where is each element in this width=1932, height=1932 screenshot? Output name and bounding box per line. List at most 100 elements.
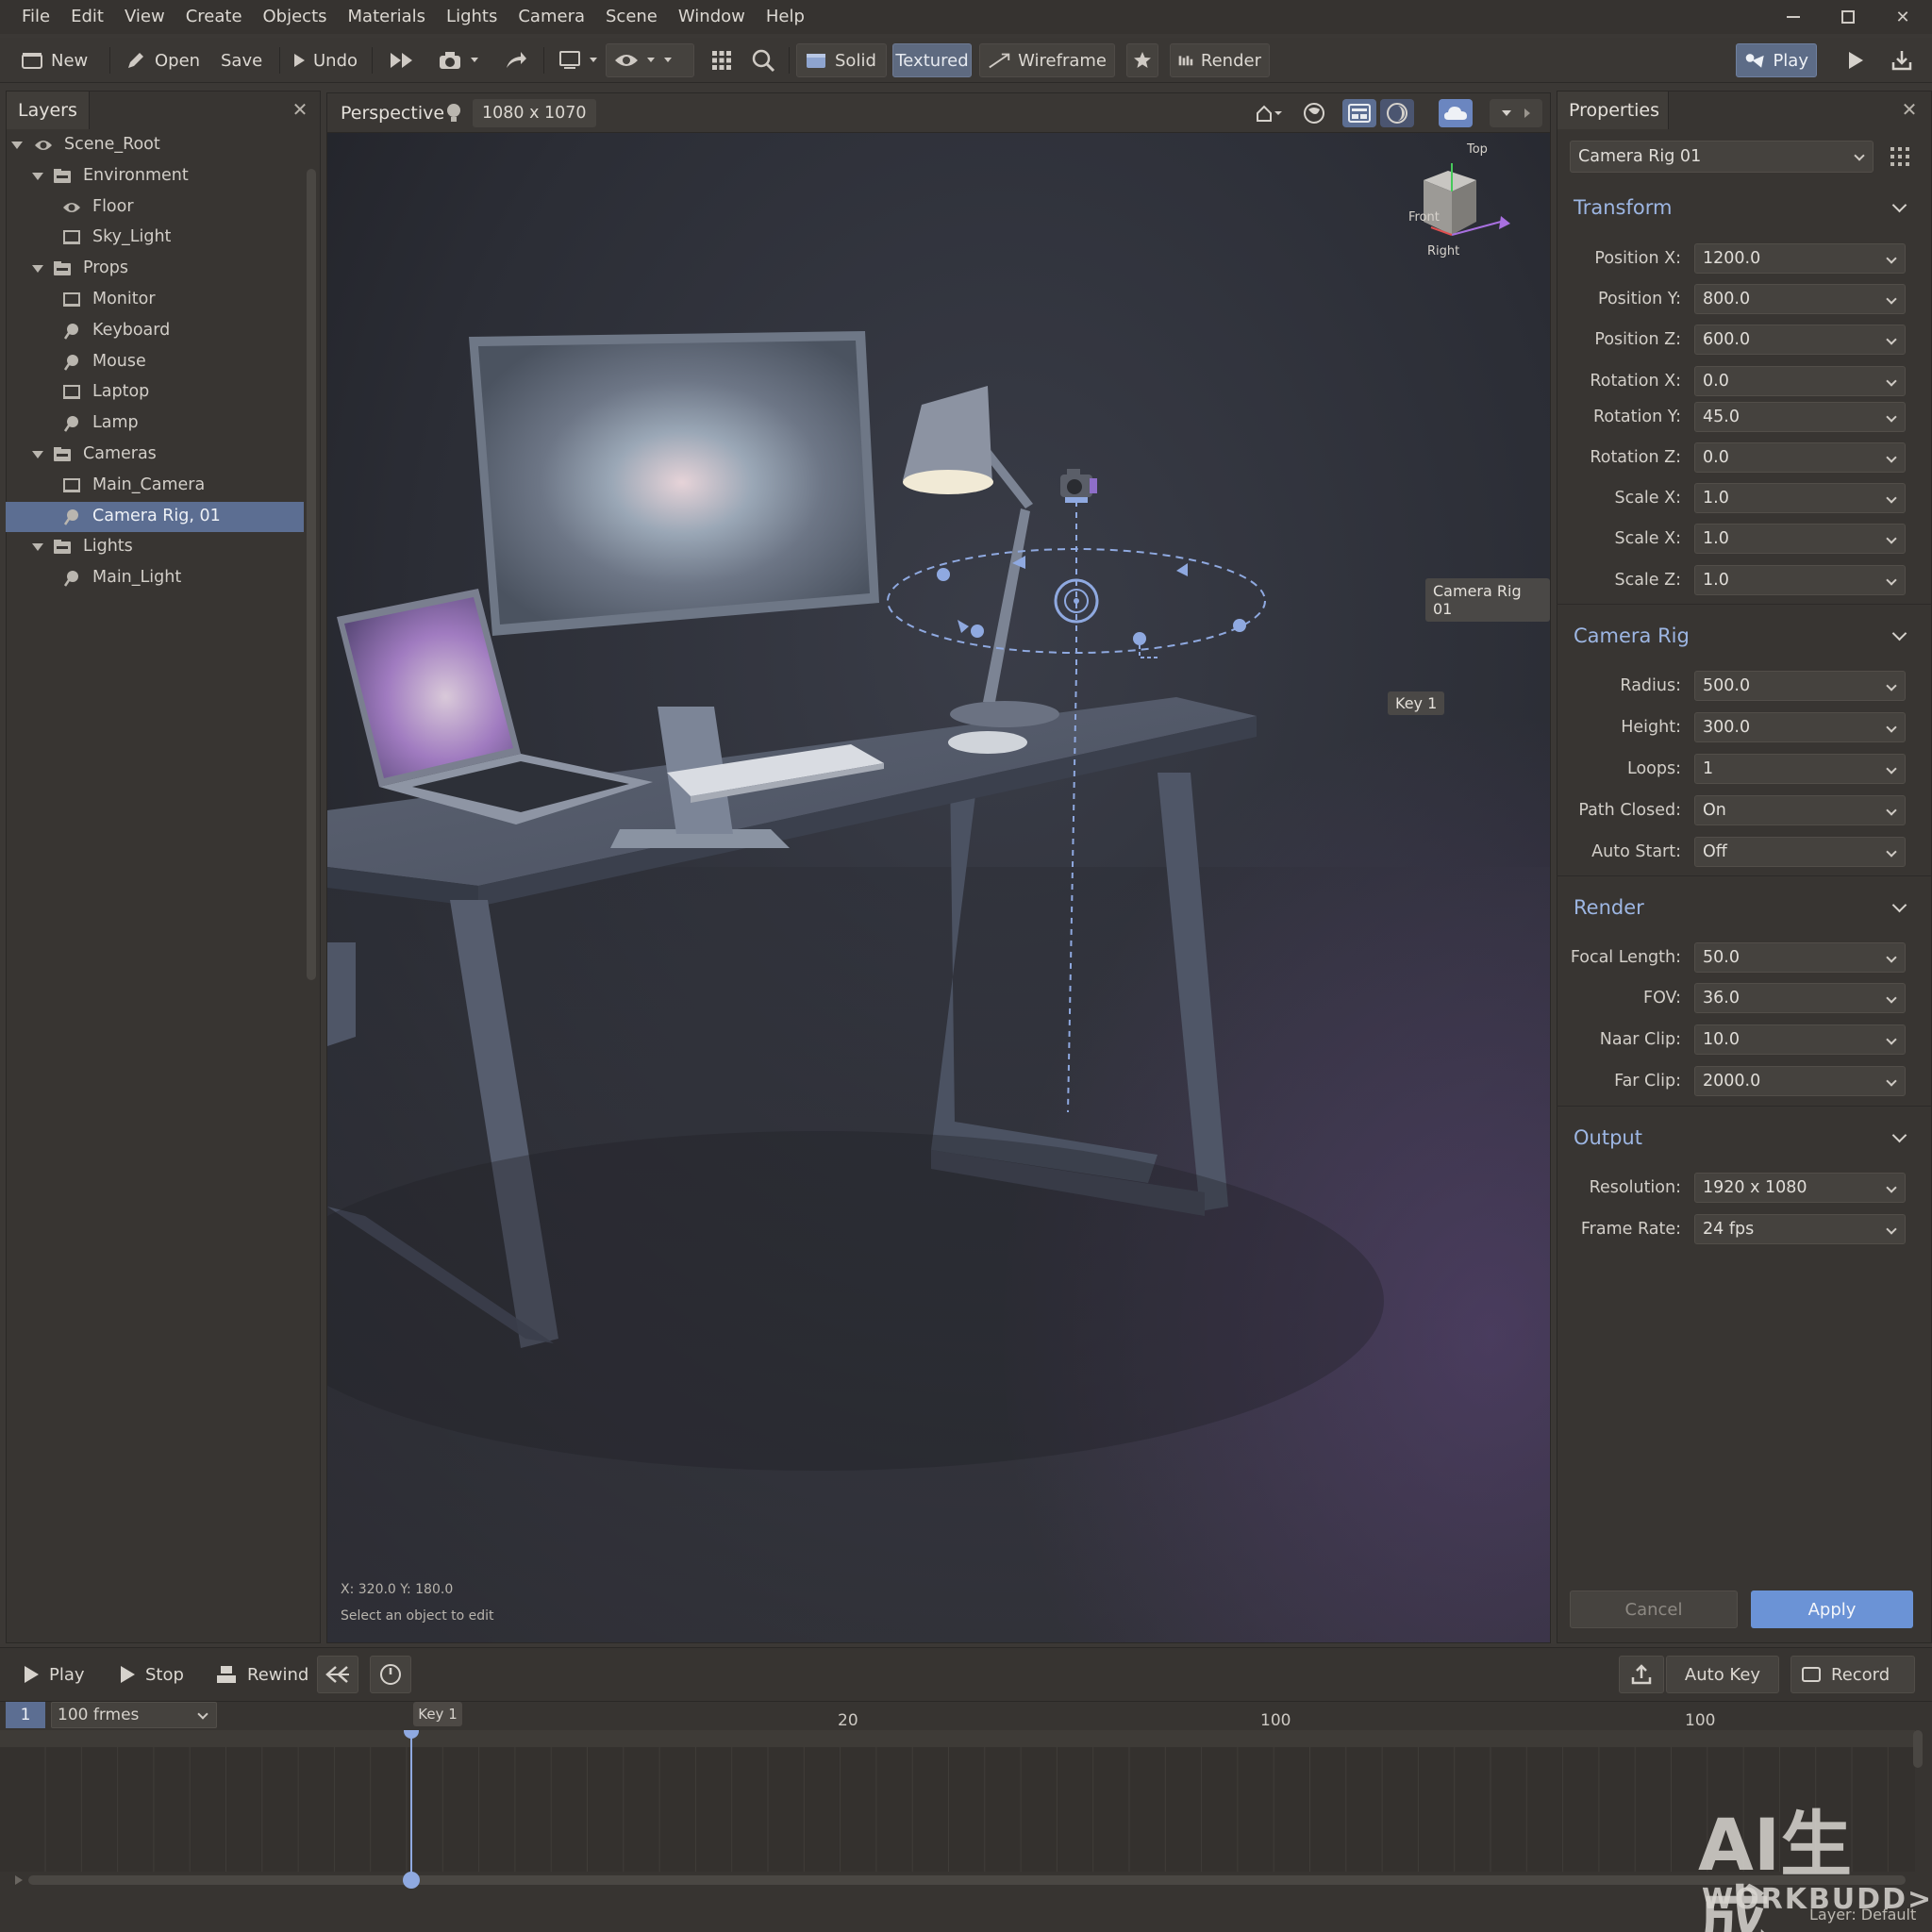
timeline-track[interactable] (0, 1730, 1932, 1890)
layer-item-lights[interactable]: Lights (6, 532, 304, 562)
layer-item-monitor[interactable]: Monitor (6, 285, 304, 315)
prop-field-position-y[interactable]: 800.0 (1694, 284, 1906, 314)
layer-item-floor[interactable]: Floor (6, 192, 304, 223)
minimize-button[interactable] (1766, 0, 1821, 34)
prop-field-frame-rate[interactable]: 24 fps (1694, 1214, 1906, 1244)
play-mode-button[interactable]: Play (1736, 43, 1817, 77)
layer-item-cameras[interactable]: Cameras (6, 440, 304, 470)
prop-field-scale-z[interactable]: 1.0 (1694, 565, 1906, 595)
menu-view[interactable]: View (114, 0, 175, 34)
render-button[interactable]: Render (1170, 43, 1270, 77)
frames-select[interactable]: 100 frmes (51, 1702, 217, 1728)
menu-create[interactable]: Create (175, 0, 253, 34)
prop-field-resolution[interactable]: 1920 x 1080 (1694, 1173, 1906, 1203)
night-mode-button[interactable] (1380, 99, 1414, 127)
navigation-gizmo[interactable]: Top Front Right (1382, 142, 1524, 265)
lighting-menu-button[interactable] (1252, 99, 1286, 127)
timeline-play-button[interactable]: Play (13, 1656, 94, 1693)
tree-expand-icon[interactable] (32, 451, 43, 458)
layer-item-scene-root[interactable]: Scene_Root (6, 130, 304, 160)
menu-camera[interactable]: Camera (508, 0, 595, 34)
prop-field-radius[interactable]: 500.0 (1694, 671, 1906, 701)
prop-field-loops[interactable]: 1 (1694, 754, 1906, 784)
record-button[interactable]: Record (1790, 1656, 1915, 1693)
menu-lights[interactable]: Lights (436, 0, 508, 34)
viewport-title[interactable]: Perspective (341, 103, 444, 124)
tree-expand-icon[interactable] (32, 543, 43, 552)
viewport-options-button[interactable] (1490, 99, 1542, 127)
maximize-button[interactable] (1821, 0, 1875, 34)
solid-mode-button[interactable]: Solid (796, 43, 887, 77)
zoom-tool-button[interactable] (743, 43, 783, 77)
object-selector[interactable]: Camera Rig 01 (1570, 141, 1874, 173)
tree-expand-icon[interactable] (32, 172, 43, 180)
layer-item-lamp[interactable]: Lamp (6, 408, 304, 439)
layers-scrollbar[interactable] (307, 169, 316, 980)
material-preview-button[interactable] (1297, 99, 1331, 127)
open-button[interactable]: Open (117, 43, 208, 77)
cancel-button[interactable]: Cancel (1570, 1591, 1738, 1628)
timeline-stop-button[interactable]: Stop (109, 1656, 193, 1693)
prop-field-height[interactable]: 300.0 (1694, 712, 1906, 742)
layer-item-main-camera[interactable]: Main_Camera (6, 471, 304, 501)
visibility-menu-button[interactable] (606, 43, 694, 77)
properties-close-button[interactable]: ✕ (1897, 97, 1922, 122)
auto-key-button[interactable]: Auto Key (1666, 1656, 1779, 1693)
prop-field-focal-length[interactable]: 50.0 (1694, 942, 1906, 973)
display-menu-button[interactable] (551, 43, 606, 77)
section-title-render[interactable]: Render (1574, 896, 1644, 919)
textured-mode-button[interactable]: Textured (892, 43, 972, 77)
layer-item-main-light[interactable]: Main_Light (6, 563, 304, 593)
camera-tool-button[interactable] (430, 43, 487, 77)
prop-field-scale-x[interactable]: 1.0 (1694, 483, 1906, 513)
fast-forward-button[interactable] (381, 43, 423, 77)
layer-item-keyboard[interactable]: Keyboard (6, 316, 304, 346)
keyframe-export-button[interactable] (1619, 1656, 1664, 1693)
layout-toggle-button[interactable] (1342, 99, 1376, 127)
playhead-handle[interactable] (403, 1872, 420, 1889)
menu-objects[interactable]: Objects (253, 0, 338, 34)
prop-field-rotation-x[interactable]: 0.0 (1694, 366, 1906, 396)
close-window-button[interactable]: ✕ (1875, 0, 1930, 34)
wireframe-mode-button[interactable]: Wireframe (979, 43, 1115, 77)
layer-item-laptop[interactable]: Laptop (6, 377, 304, 408)
prop-field-naar-clip[interactable]: 10.0 (1694, 1024, 1906, 1055)
menu-help[interactable]: Help (756, 0, 815, 34)
prop-field-fov[interactable]: 36.0 (1694, 983, 1906, 1013)
prop-field-position-x[interactable]: 1200.0 (1694, 243, 1906, 274)
layers-tab[interactable]: Layers (7, 92, 90, 129)
section-title-output[interactable]: Output (1574, 1126, 1642, 1149)
tree-expand-icon[interactable] (11, 142, 23, 149)
prop-field-rotation-z[interactable]: 0.0 (1694, 442, 1906, 473)
timer-button[interactable] (370, 1656, 411, 1693)
menu-edit[interactable]: Edit (60, 0, 114, 34)
export-button[interactable] (1883, 43, 1921, 77)
layer-item-mouse[interactable]: Mouse (6, 347, 304, 377)
run-button[interactable] (1840, 43, 1872, 77)
menu-file[interactable]: File (11, 0, 60, 34)
redo-button[interactable] (496, 43, 536, 77)
properties-grid-button[interactable] (1887, 143, 1913, 170)
prop-field-position-z[interactable]: 600.0 (1694, 325, 1906, 355)
layers-close-button[interactable]: ✕ (288, 97, 312, 122)
section-title-camera-rig[interactable]: Camera Rig (1574, 625, 1690, 647)
viewport[interactable]: Perspective 1080 x 1070 Top Front Right … (326, 92, 1551, 1643)
layer-item-camera-rig-01[interactable]: Camera Rig, 01 (6, 501, 304, 532)
layer-item-environment[interactable]: Environment (6, 161, 304, 192)
menu-scene[interactable]: Scene (595, 0, 668, 34)
layer-item-sky-light[interactable]: Sky_Light (6, 223, 304, 253)
properties-tab[interactable]: Properties (1557, 92, 1669, 129)
apply-button[interactable]: Apply (1751, 1591, 1913, 1628)
tree-expand-icon[interactable] (32, 265, 43, 274)
current-frame-field[interactable]: 1 (6, 1702, 45, 1728)
section-title-transform[interactable]: Transform (1574, 196, 1672, 219)
environment-toggle-button[interactable] (1439, 99, 1473, 127)
layer-item-props[interactable]: Props (6, 254, 304, 284)
favorite-button[interactable] (1126, 43, 1158, 77)
timeline-rewind-button[interactable]: Rewind (206, 1656, 318, 1693)
menu-materials[interactable]: Materials (338, 0, 437, 34)
menu-window[interactable]: Window (668, 0, 756, 34)
prop-field-scale-x[interactable]: 1.0 (1694, 524, 1906, 554)
prop-field-auto-start[interactable]: Off (1694, 837, 1906, 867)
step-back-button[interactable] (317, 1656, 358, 1693)
